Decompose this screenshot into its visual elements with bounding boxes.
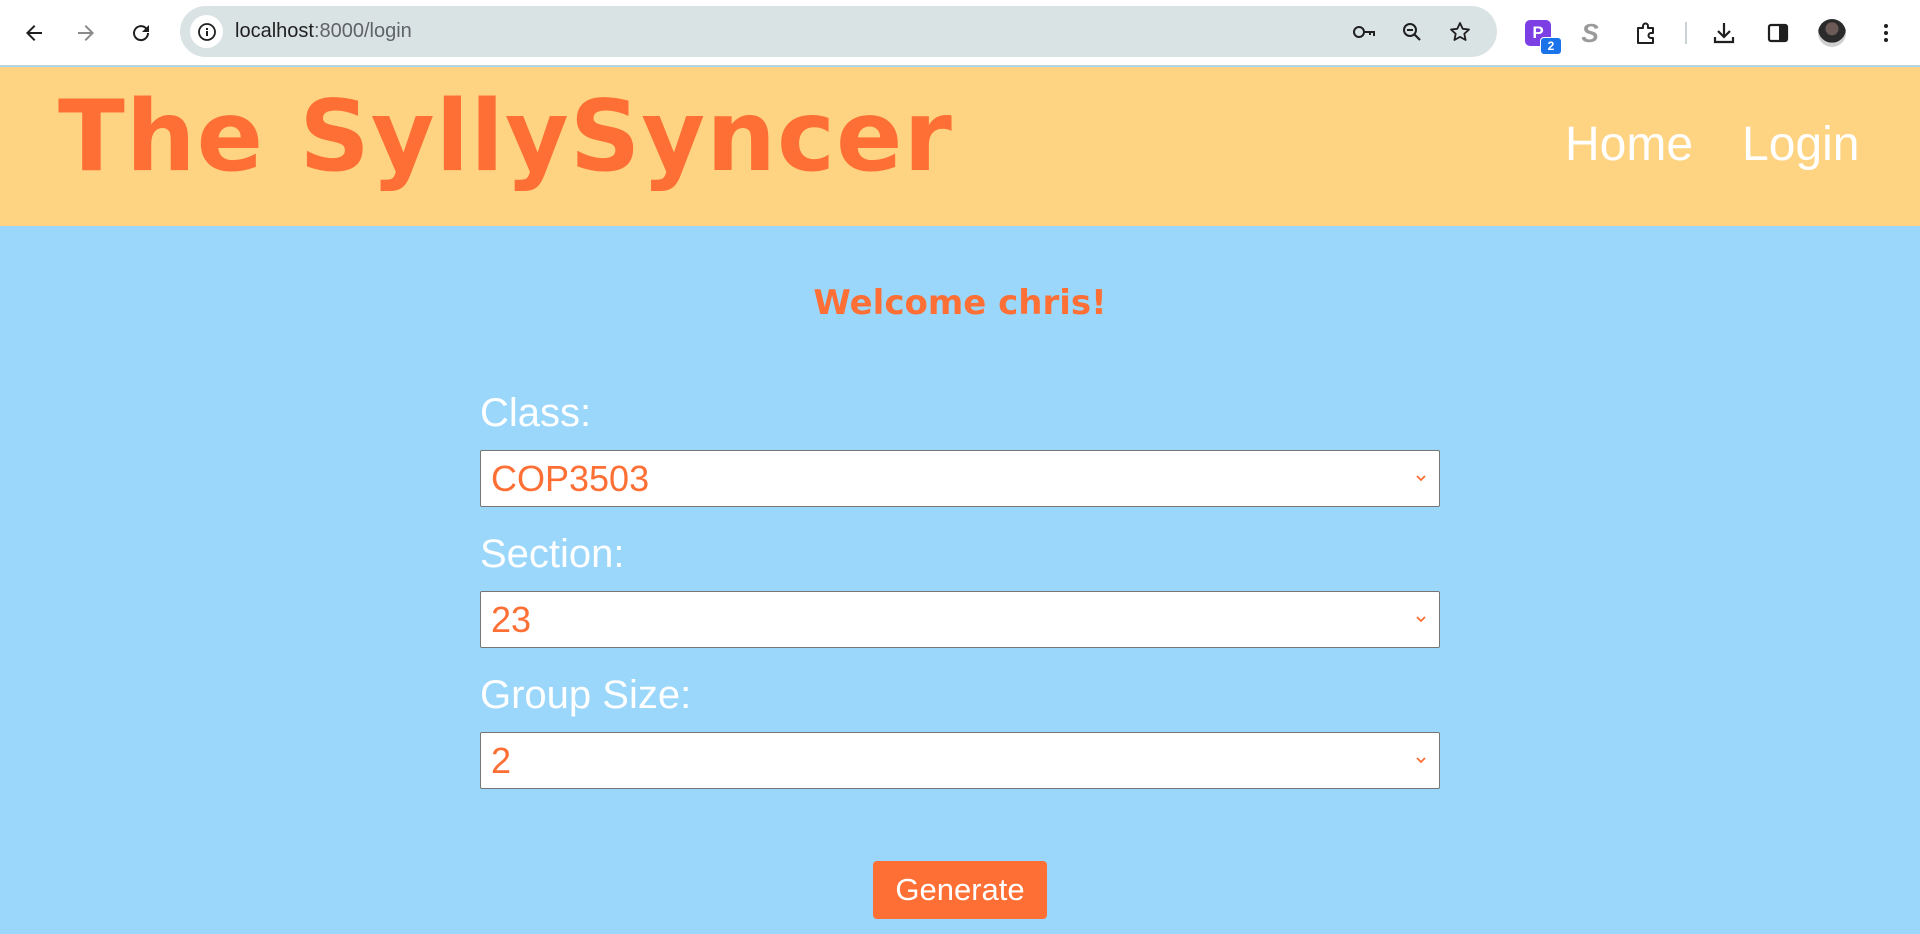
side-panel-button[interactable] — [1758, 13, 1798, 53]
nav-login-link[interactable]: Login — [1742, 117, 1859, 173]
site-logo: The SyllySyncer — [58, 80, 953, 194]
welcome-message: Welcome chris! — [813, 283, 1107, 323]
extensions-icon — [1637, 22, 1654, 44]
url-path: :8000/login — [313, 20, 412, 42]
group-size-select-value: 2 — [491, 740, 512, 781]
menu-icon — [1884, 24, 1888, 42]
chevron-down-icon — [1416, 616, 1426, 623]
extension-s-icon: S — [1581, 17, 1599, 48]
chevron-down-icon — [1416, 475, 1426, 482]
browser-toolbar: localhost:8000/login P2 S — [0, 0, 1920, 66]
profile-button[interactable] — [1812, 13, 1852, 53]
extension-p-button[interactable]: P2 — [1518, 13, 1562, 55]
group-size-label: Group Size: — [480, 673, 692, 717]
reload-button[interactable] — [121, 13, 161, 53]
url-host: localhost — [235, 20, 314, 42]
nav-home-link[interactable]: Home — [1565, 117, 1693, 173]
extension-badge: 2 — [1540, 37, 1562, 55]
section-label: Section: — [480, 532, 625, 576]
side-panel-icon — [1767, 23, 1789, 43]
key-icon — [1353, 26, 1375, 38]
class-label: Class: — [480, 391, 592, 435]
section-select-value: 23 — [491, 599, 532, 640]
info-icon — [197, 22, 216, 41]
toolbar-separator — [1685, 22, 1687, 44]
bookmark-button[interactable] — [1444, 16, 1476, 48]
generate-button[interactable]: Generate — [873, 861, 1047, 919]
downloads-button[interactable] — [1704, 13, 1744, 53]
address-bar[interactable]: localhost:8000/login — [180, 6, 1497, 57]
zoom-button[interactable] — [1396, 16, 1428, 48]
star-icon — [1450, 22, 1470, 41]
class-select[interactable]: COP3503 — [480, 450, 1440, 507]
section-select[interactable]: 23 — [480, 591, 1440, 648]
url-text: localhost:8000/login — [235, 6, 412, 57]
back-icon — [26, 25, 42, 41]
class-select-value: COP3503 — [491, 458, 650, 499]
password-button[interactable] — [1348, 16, 1380, 48]
download-icon — [1713, 23, 1735, 44]
forward-button[interactable] — [66, 13, 106, 53]
forward-icon — [78, 25, 94, 41]
group-size-select[interactable]: 2 — [480, 732, 1440, 789]
zoom-icon — [1403, 23, 1421, 41]
site-info-button[interactable] — [190, 15, 223, 48]
extension-p-icon: P2 — [1525, 20, 1562, 55]
menu-button[interactable] — [1866, 13, 1906, 53]
reload-icon — [133, 25, 150, 42]
extension-s-button[interactable]: S — [1570, 13, 1610, 53]
chevron-down-icon — [1416, 757, 1426, 764]
extensions-button[interactable] — [1626, 13, 1666, 53]
back-button[interactable] — [14, 13, 54, 53]
avatar — [1818, 19, 1846, 47]
